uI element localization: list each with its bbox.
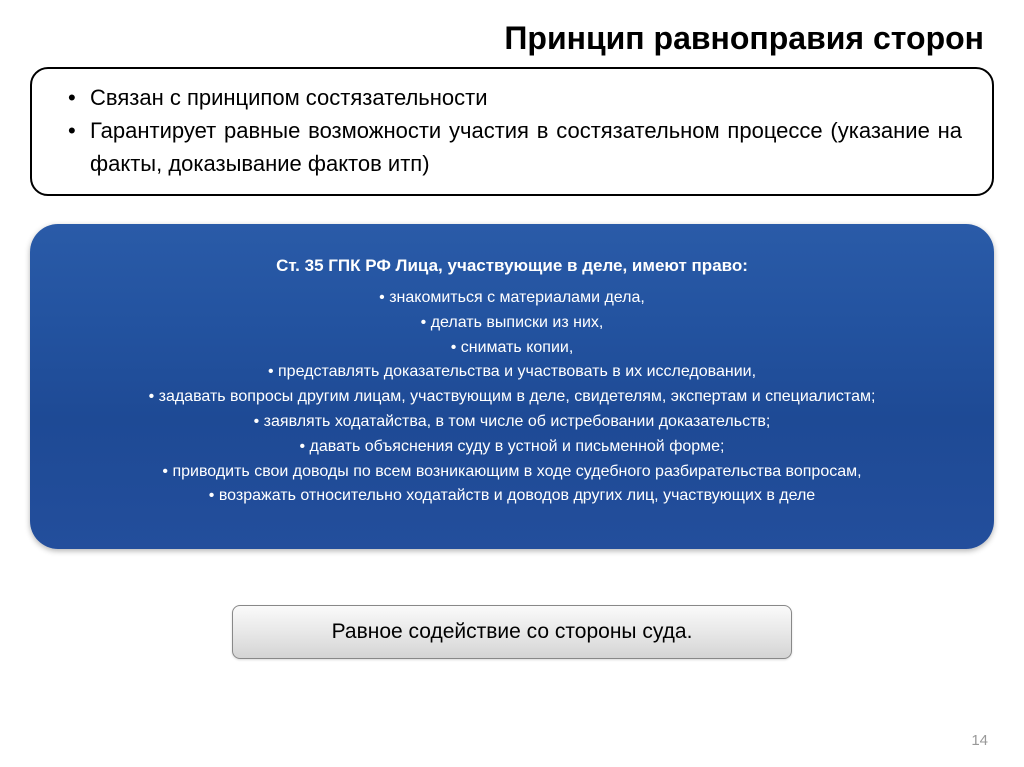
top-item-1: Гарантирует равные возможности участия в…	[62, 114, 962, 180]
blue-heading: Ст. 35 ГПК РФ Лица, участвующие в деле, …	[50, 256, 974, 276]
blue-item-1: делать выписки из них,	[50, 311, 974, 336]
blue-item-4: задавать вопросы другим лицам, участвующ…	[50, 385, 974, 410]
blue-item-6: давать объяснения суду в устной и письме…	[50, 435, 974, 460]
blue-list: знакомиться с материалами дела, делать в…	[50, 286, 974, 509]
blue-item-7: приводить свои доводы по всем возникающи…	[50, 460, 974, 485]
top-list: Связан с принципом состязательности Гара…	[62, 81, 962, 180]
blue-item-2: снимать копии,	[50, 336, 974, 361]
top-box: Связан с принципом состязательности Гара…	[30, 67, 994, 196]
blue-item-5: заявлять ходатайства, в том числе об ист…	[50, 410, 974, 435]
footer-box: Равное содействие со стороны суда.	[232, 605, 792, 659]
slide-title: Принцип равноправия сторон	[30, 20, 994, 57]
blue-item-8: возражать относительно ходатайств и дово…	[50, 484, 974, 509]
slide: Принцип равноправия сторон Связан с прин…	[0, 0, 1024, 767]
blue-box: Ст. 35 ГПК РФ Лица, участвующие в деле, …	[30, 224, 994, 549]
top-item-0: Связан с принципом состязательности	[62, 81, 962, 114]
page-number: 14	[971, 732, 988, 749]
blue-item-3: представлять доказательства и участвоват…	[50, 360, 974, 385]
blue-item-0: знакомиться с материалами дела,	[50, 286, 974, 311]
